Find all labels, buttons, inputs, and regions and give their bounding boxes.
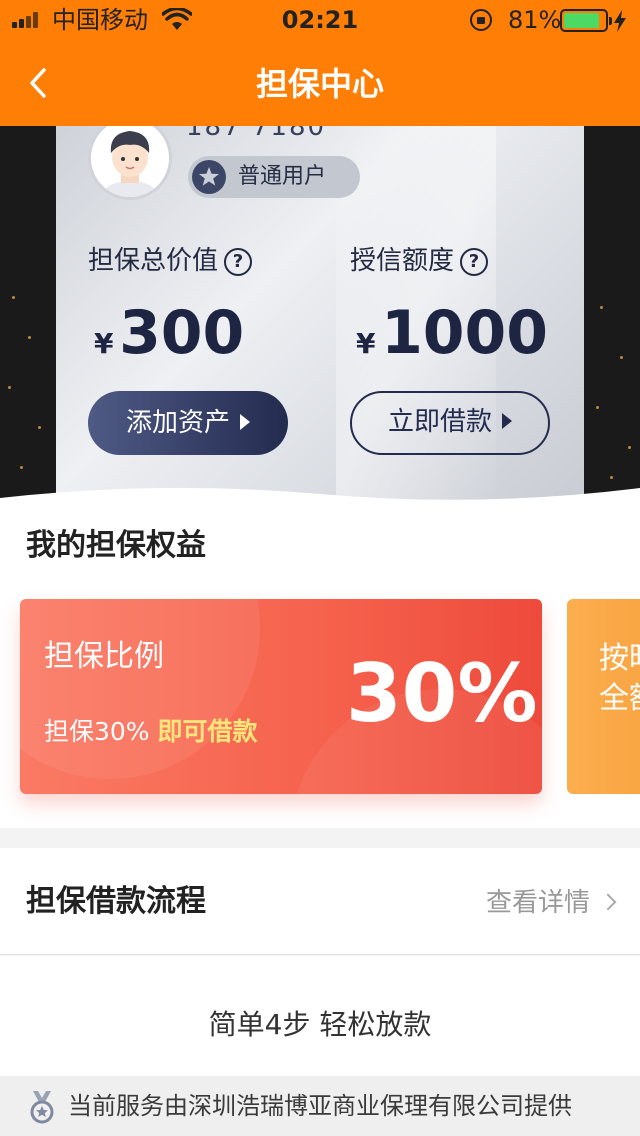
view-details-link[interactable]: 查看详情 [485,886,617,920]
charging-bolt-icon [614,10,626,32]
star-icon [192,160,226,194]
my-rights-section: 我的担保权益 担保比例 担保30% 即可借款 30% 按時 全额 [0,500,640,828]
steps-summary: 简单4步 轻松放款 [208,1008,432,1041]
play-triangle-icon [502,413,512,429]
currency-symbol: ¥ [356,327,376,360]
guarantee-card: 187 7180 普通用户 担保总价值? ¥ 300 授信额度? ¥ 1000 … [56,126,584,506]
chevron-right-icon [599,893,617,911]
total-value-amount: ¥ 300 [94,298,244,383]
total-value-label: 担保总价值 [88,246,219,276]
ratio-percentage: 30% [346,647,538,740]
avatar [88,126,172,200]
service-provider-footer: 当前服务由深圳浩瑞博亚商业保理有限公司提供 [0,1076,640,1136]
borrow-now-label: 立即借款 [387,407,492,437]
medal-icon [30,1091,54,1124]
guarantee-hero: 187 7180 普通用户 担保总价值? ¥ 300 授信额度? ¥ 1000 … [0,126,640,506]
guarantee-ratio-card[interactable]: 担保比例 担保30% 即可借款 30% [20,599,542,794]
question-circle-icon[interactable]: ? [224,248,253,276]
ratio-card-subtitle: 担保30% 即可借款 [44,715,258,749]
ratio-subtitle-highlight: 即可借款 [157,717,258,746]
add-asset-label: 添加资产 [125,408,230,438]
battery-percent: 81% [508,6,562,34]
ratio-card-title: 担保比例 [44,639,164,674]
credit-label-row: 授信额度? [350,244,489,278]
footer-text: 当前服务由深圳浩瑞博亚商业保理有限公司提供 [68,1092,572,1120]
user-level-badge: 普通用户 [188,156,360,198]
total-value-number: 300 [119,298,245,368]
credit-label: 授信额度 [350,246,455,276]
rotation-lock-icon [470,9,492,31]
status-bar: 中国移动 02:21 81% [0,0,640,40]
borrow-now-button[interactable]: 立即借款 [350,391,550,455]
loan-process-header: 担保借款流程 查看详情 [0,848,640,955]
phone-number-partial: 187 7180 [186,126,327,142]
battery-icon [560,9,612,32]
add-asset-button[interactable]: 添加资产 [88,391,288,455]
credit-number: 1000 [381,298,549,368]
view-details-label: 查看详情 [485,888,590,918]
section-title: 我的担保权益 [26,528,206,563]
section-title: 担保借款流程 [26,884,206,919]
nav-bar: 担保中心 [0,40,640,126]
question-circle-icon[interactable]: ? [460,248,489,276]
total-value-label-row: 担保总价值? [88,244,253,278]
credit-amount: ¥ 1000 [356,298,548,383]
currency-symbol: ¥ [94,327,114,360]
play-triangle-icon [240,414,250,430]
ratio-subtitle-prefix: 担保30% [44,717,150,746]
rights-card-title: 按時 [599,641,640,676]
loan-process-steps: 简单4步 轻松放款 [0,956,640,1076]
page-title: 担保中心 [255,65,384,103]
rights-card-partial[interactable]: 按時 全额 [567,599,640,794]
rights-card-subtitle: 全额 [599,681,640,716]
user-level-label: 普通用户 [238,164,327,189]
